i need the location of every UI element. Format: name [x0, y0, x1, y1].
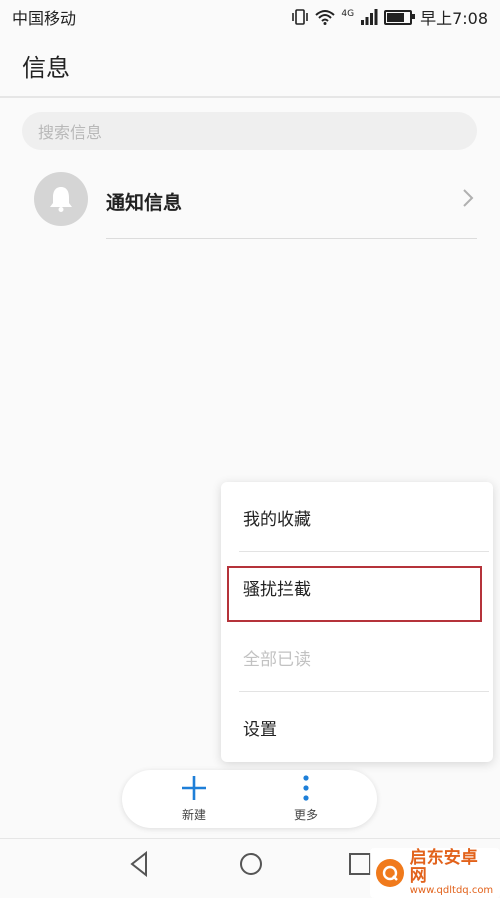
menu-item-label: 全部已读	[243, 649, 311, 670]
new-message-button[interactable]: 新建	[154, 774, 234, 826]
bottom-action-bar: 新建 更多	[122, 770, 377, 828]
carrier-name: 中国移动	[12, 9, 77, 28]
wifi-icon	[315, 10, 336, 25]
conversation-title: 通知信息	[106, 192, 183, 214]
watermark-logo: 启东安卓网 www.qdltdq.com	[370, 848, 500, 898]
watermark-icon	[376, 859, 404, 888]
menu-item-label: 我的收藏	[243, 509, 311, 530]
watermark-url: www.qdltdq.com	[409, 884, 494, 896]
signal-icon	[361, 9, 378, 25]
plus-icon	[182, 776, 206, 800]
more-label: 更多	[293, 808, 318, 822]
menu-item-settings[interactable]: 设置	[221, 692, 493, 762]
new-label: 新建	[181, 808, 206, 822]
back-icon[interactable]	[128, 851, 150, 877]
highlight-annotation	[227, 566, 482, 622]
title-bar: 信息	[0, 34, 500, 98]
menu-item-favorites[interactable]: 我的收藏	[221, 482, 493, 552]
search-input[interactable]: 搜索信息	[22, 112, 477, 150]
menu-item-mark-all-read: 全部已读	[221, 622, 493, 692]
search-placeholder: 搜索信息	[38, 123, 103, 142]
list-item[interactable]: 通知信息	[0, 160, 500, 240]
recents-icon[interactable]	[348, 851, 372, 877]
chevron-right-icon	[463, 189, 474, 207]
page-title: 信息	[22, 53, 70, 82]
more-button[interactable]: 更多	[266, 774, 346, 826]
more-vertical-icon	[303, 775, 309, 801]
menu-item-label: 设置	[243, 719, 277, 740]
network-type: 4G	[341, 9, 355, 19]
bell-icon	[50, 187, 72, 212]
avatar	[34, 172, 88, 226]
status-bar: 中国移动 4G 早上7:08	[0, 0, 500, 34]
watermark-brand: 启东安卓网	[409, 848, 478, 886]
clock: 早上7:08	[420, 9, 488, 28]
more-menu-popup: 我的收藏 骚扰拦截 全部已读 设置	[221, 482, 493, 762]
divider	[106, 238, 477, 239]
vibrate-icon	[292, 9, 309, 25]
battery-icon	[384, 9, 416, 25]
home-icon[interactable]	[238, 851, 264, 877]
